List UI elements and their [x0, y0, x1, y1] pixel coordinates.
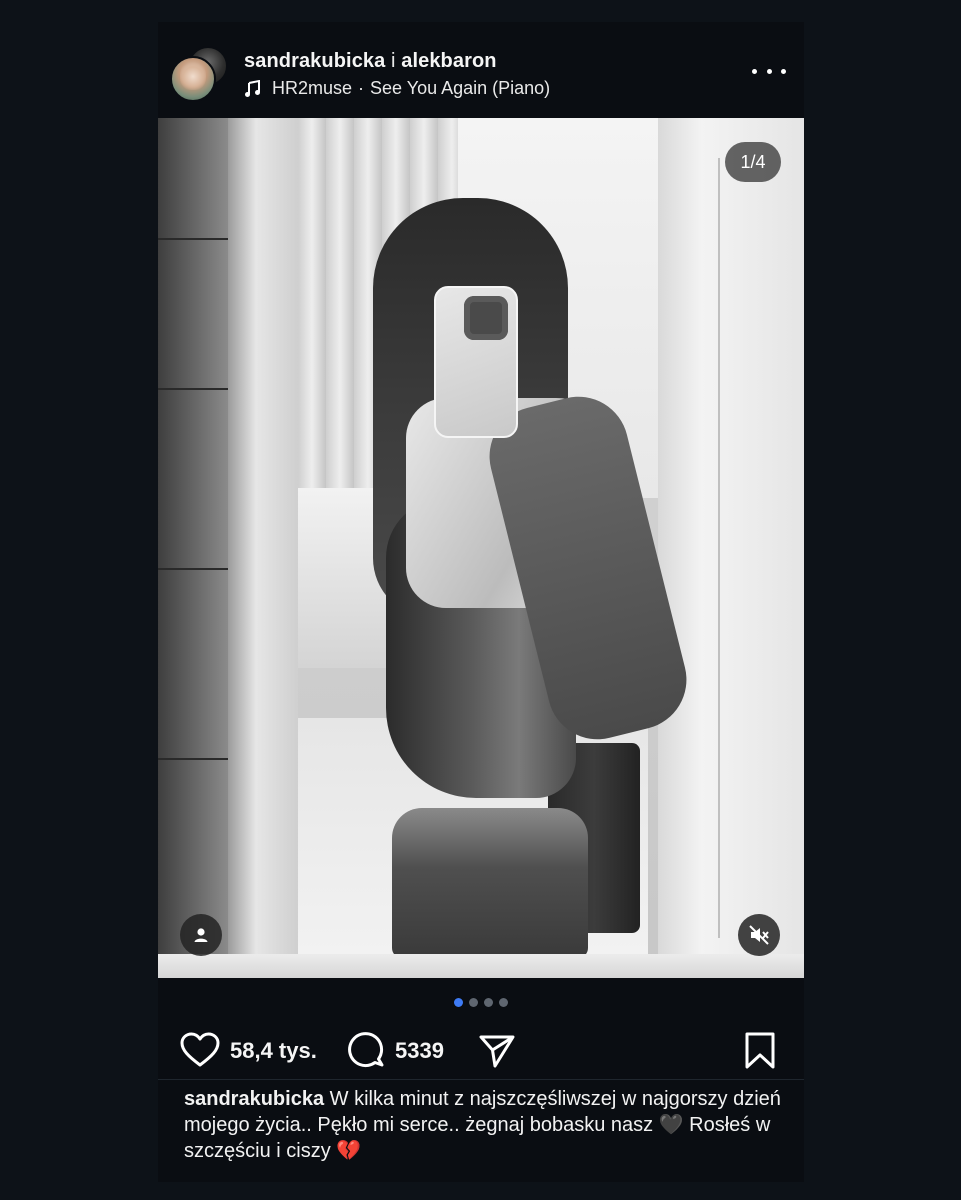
photo-door-frame — [228, 118, 298, 978]
music-separator: · — [358, 78, 365, 98]
more-dot-icon — [752, 68, 757, 74]
photo-phone — [434, 286, 518, 438]
music-note-icon — [245, 79, 260, 97]
caption-author[interactable]: sandrakubicka — [184, 1088, 324, 1110]
collab-usernames: sandrakubicka i alekbaron — [244, 50, 497, 73]
share-button[interactable] — [478, 1033, 516, 1074]
like-button[interactable] — [180, 1032, 220, 1073]
carousel-dot-active — [454, 998, 463, 1007]
mute-button[interactable] — [738, 914, 780, 956]
comment-button[interactable] — [348, 1032, 386, 1075]
send-plane-icon — [479, 1035, 515, 1068]
comment-count[interactable]: 5339 — [395, 1038, 444, 1064]
person-icon — [194, 928, 208, 942]
photo-wall — [158, 118, 228, 978]
tagged-users-button[interactable] — [180, 914, 222, 956]
post-header: sandrakubicka i alekbaron HR2muse · See Yo… — [158, 22, 804, 118]
like-count[interactable]: 58,4 tys. — [230, 1038, 317, 1064]
carousel-dot — [484, 998, 493, 1007]
photo-wardrobe — [658, 118, 804, 978]
music-artist: HR2muse — [272, 78, 353, 98]
music-title: See You Again (Piano) — [370, 78, 551, 98]
username-separator: i — [385, 50, 402, 72]
carousel-dot — [469, 998, 478, 1007]
avatar-sandrakubicka[interactable] — [170, 56, 216, 102]
post-card: sandrakubicka i alekbaron HR2muse · See Yo… — [158, 22, 804, 1182]
bookmark-icon — [745, 1032, 775, 1069]
photo-hips — [392, 808, 588, 958]
post-photo[interactable]: 1/4 — [158, 118, 804, 978]
comment-bubble-icon — [348, 1032, 384, 1068]
photo-mirror-edge — [158, 954, 804, 978]
more-options-button[interactable] — [752, 58, 786, 84]
more-dot-icon — [766, 68, 772, 74]
divider — [158, 1079, 804, 1080]
more-dot-icon — [781, 68, 786, 74]
save-button[interactable] — [744, 1032, 776, 1075]
heart-icon — [180, 1032, 220, 1067]
username-secondary[interactable]: alekbaron — [401, 50, 496, 72]
music-info[interactable]: HR2muse · See You Again (Piano) — [244, 78, 550, 99]
carousel-dot — [499, 998, 508, 1007]
author-avatars[interactable] — [170, 46, 228, 104]
carousel-indicator — [158, 998, 804, 1007]
post-caption: sandrakubicka W kilka minut z najszczęśl… — [184, 1086, 784, 1164]
speaker-muted-icon — [749, 925, 769, 945]
action-bar: 58,4 tys. 5339 — [158, 1026, 804, 1074]
page-counter: 1/4 — [725, 142, 781, 182]
username-primary[interactable]: sandrakubicka — [244, 50, 385, 72]
